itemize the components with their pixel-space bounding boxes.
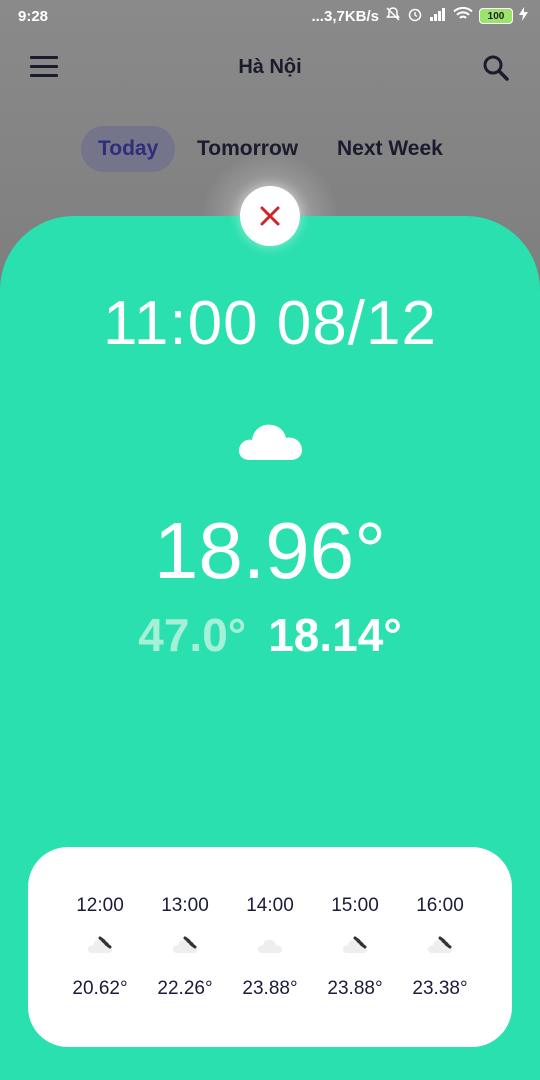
hourly-time: 13:00 (161, 895, 209, 916)
hourly-time: 14:00 (246, 895, 294, 916)
wifi-icon (453, 6, 473, 25)
tab-today[interactable]: Today (81, 126, 176, 172)
charging-icon (519, 7, 528, 25)
alarm-icon (407, 6, 423, 26)
tab-next-week[interactable]: Next Week (337, 126, 443, 172)
temp-min: 18.14° (268, 609, 402, 661)
hourly-temp: 23.88° (327, 978, 383, 999)
hourly-time: 16:00 (416, 895, 464, 916)
app-header: Hà Nội (0, 40, 540, 96)
cloud-rain-icon (400, 931, 480, 961)
hourly-time: 12:00 (76, 895, 124, 916)
cloud-icon (230, 931, 310, 961)
temperature-range: 47.0° 18.14° (0, 608, 540, 662)
close-button[interactable] (240, 186, 300, 246)
hourly-temp: 23.38° (412, 978, 468, 999)
cloud-rain-icon (315, 931, 395, 961)
cloud-icon (236, 414, 306, 462)
hourly-temp: 23.88° (242, 978, 298, 999)
forecast-datetime: 11:00 08/12 (103, 289, 437, 358)
status-time: 9:28 (18, 8, 49, 25)
hourly-item[interactable]: 15:00 23.88° (315, 895, 395, 1000)
notifications-off-icon (385, 6, 401, 26)
battery-icon: 100 (479, 8, 513, 24)
status-bar: 9:28 ...3,7KB/s 100 (0, 0, 540, 34)
hourly-item[interactable]: 12:00 20.62° (60, 895, 140, 1000)
hourly-item[interactable]: 16:00 23.38° (400, 895, 480, 1000)
hourly-time: 15:00 (331, 895, 379, 916)
hourly-item[interactable]: 13:00 22.26° (145, 895, 225, 1000)
hourly-temp: 22.26° (157, 978, 213, 999)
signal-icon (429, 7, 447, 25)
hourly-temp: 20.62° (72, 978, 128, 999)
temp-max: 47.0° (138, 609, 247, 661)
close-icon (260, 206, 280, 226)
city-title: Hà Nội (238, 56, 302, 78)
search-icon[interactable] (482, 54, 510, 82)
cloud-rain-icon (60, 931, 140, 961)
network-speed: ...3,7KB/s (311, 7, 379, 25)
hourly-forecast-card: 12:00 20.62° 13:00 22.26° 14:00 23.88° 1… (28, 847, 512, 1047)
hourly-item[interactable]: 14:00 23.88° (230, 895, 310, 1000)
current-temperature: 18.96° (153, 506, 387, 595)
cloud-rain-icon (145, 931, 225, 961)
